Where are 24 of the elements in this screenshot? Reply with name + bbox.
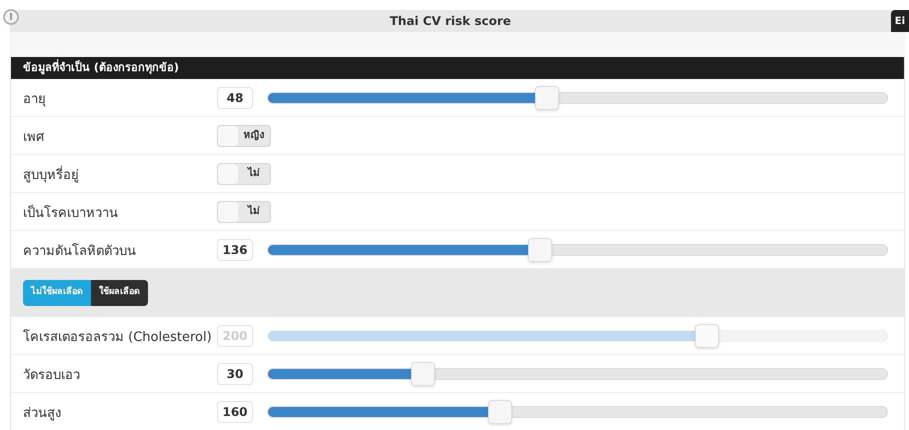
slider-thumb[interactable]: [528, 238, 552, 262]
slider-thumb[interactable]: [488, 400, 512, 424]
toggle-switch[interactable]: ไม่: [217, 200, 271, 222]
window-title: Thai CV risk score: [388, 13, 512, 30]
field-label: วัดรอบเอว: [23, 366, 81, 385]
toggle-switch[interactable]: ไม่: [217, 162, 271, 184]
field-label: เพศ: [23, 128, 45, 147]
value-field[interactable]: 48: [217, 86, 253, 108]
info-icon[interactable]: [2, 8, 20, 26]
field-label: สูบบุหรี่อยู่: [23, 164, 80, 185]
value-field[interactable]: 136: [217, 238, 253, 260]
value-field[interactable]: 160: [217, 400, 253, 422]
field-label: ความดันโลหิตตัวบน: [23, 242, 137, 261]
section-header: ข้อมูลที่จำเป็น (ต้องกรอกทุกข้อ): [11, 57, 904, 79]
segment-tab[interactable]: ใช้ผลเลือด: [91, 280, 148, 306]
slider-thumb[interactable]: [410, 362, 435, 386]
field-label: โคเรสเตอรอลรวม (Cholesterol): [23, 328, 213, 347]
header-button[interactable]: Ei: [890, 10, 909, 32]
field-label: ส่วนสูง: [23, 404, 62, 423]
toggle-switch[interactable]: หญิง: [217, 124, 271, 146]
value-field[interactable]: 30: [217, 362, 253, 384]
field-label: เป็นโรคเบาหวาน: [23, 204, 119, 223]
field-label: อายุ: [23, 90, 47, 109]
slider-thumb[interactable]: [534, 86, 559, 110]
